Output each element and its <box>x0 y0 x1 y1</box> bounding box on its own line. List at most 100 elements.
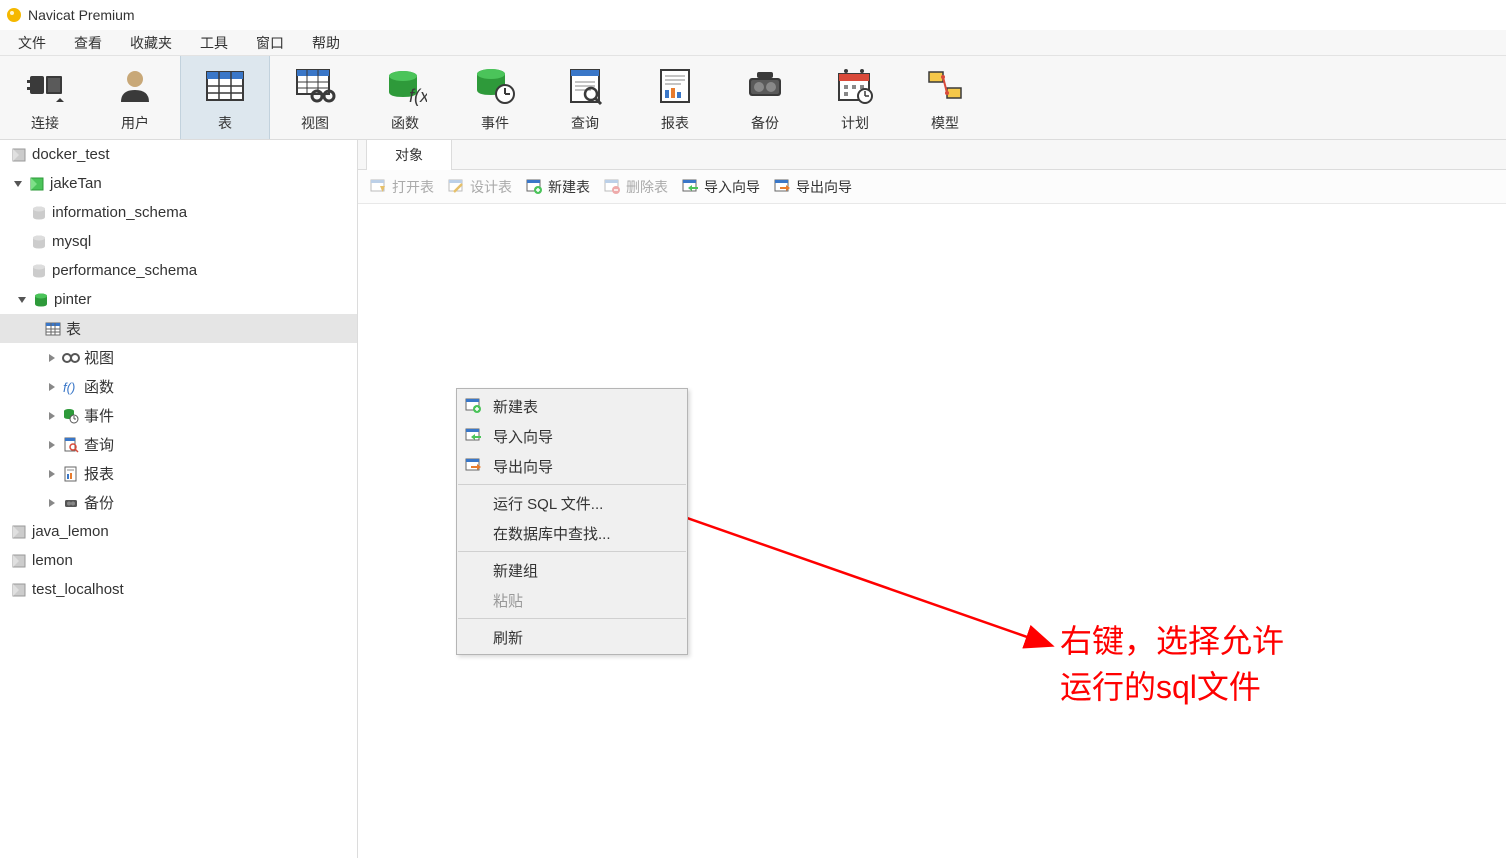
menu-separator <box>458 484 686 485</box>
cm-label: 在数据库中查找... <box>493 523 611 544</box>
user-icon <box>115 63 155 109</box>
menubar: 文件 查看 收藏夹 工具 窗口 帮助 <box>0 30 1506 56</box>
btn-open-table[interactable]: 打开表 <box>364 174 440 200</box>
connection-jaketan[interactable]: jakeTan <box>0 169 357 198</box>
tool-schedule-label: 计划 <box>841 113 869 133</box>
tool-event[interactable]: 事件 <box>450 56 540 139</box>
btn-export-wizard[interactable]: 导出向导 <box>768 174 858 200</box>
new-table-icon <box>526 178 544 196</box>
menu-tools[interactable]: 工具 <box>186 30 242 56</box>
expand-toggle-icon[interactable] <box>14 292 30 308</box>
tool-backup-label: 备份 <box>751 113 779 133</box>
connection-test-localhost[interactable]: test_localhost <box>0 575 357 604</box>
tool-user[interactable]: 用户 <box>90 56 180 139</box>
design-table-icon <box>448 178 466 196</box>
cm-label: 新建表 <box>493 396 538 417</box>
annotation-line2: 运行的sql文件 <box>1060 664 1284 710</box>
tree-label: 视图 <box>84 347 114 368</box>
cm-label: 新建组 <box>493 560 538 581</box>
cm-label: 粘贴 <box>493 590 523 611</box>
tree-label: test_localhost <box>32 581 124 598</box>
connection-docker-test[interactable]: docker_test <box>0 140 357 169</box>
tree-node-events[interactable]: 事件 <box>0 401 357 430</box>
connection-lemon[interactable]: lemon <box>0 546 357 575</box>
cm-refresh[interactable]: 刷新 <box>457 622 687 652</box>
database-performance-schema[interactable]: performance_schema <box>0 256 357 285</box>
tree-node-backups[interactable]: 备份 <box>0 488 357 517</box>
tool-function[interactable]: f(x) 函数 <box>360 56 450 139</box>
database-pinter[interactable]: pinter <box>0 285 357 314</box>
table-small-icon <box>44 320 62 338</box>
cm-import-wizard[interactable]: 导入向导 <box>457 421 687 451</box>
cm-export-wizard[interactable]: 导出向导 <box>457 451 687 481</box>
tree-label: jakeTan <box>50 175 102 192</box>
collapse-toggle-icon[interactable] <box>44 466 60 482</box>
tool-table[interactable]: 表 <box>180 56 270 139</box>
btn-new-table[interactable]: 新建表 <box>520 174 596 200</box>
tool-query-label: 查询 <box>571 113 599 133</box>
object-toolbar: 打开表 设计表 新建表 删除表 导入向导 导出向导 <box>358 170 1506 204</box>
plug-icon <box>22 63 68 109</box>
cm-paste[interactable]: 粘贴 <box>457 585 687 615</box>
tree-label: lemon <box>32 552 73 569</box>
context-menu: 新建表 导入向导 导出向导 运行 SQL 文件... 在数据库中查找... 新建… <box>456 388 688 655</box>
app-title: Navicat Premium <box>28 7 135 23</box>
btn-delete-table[interactable]: 删除表 <box>598 174 674 200</box>
tree-node-tables[interactable]: 表 <box>0 314 357 343</box>
tree-label: 函数 <box>84 376 114 397</box>
query-icon <box>563 63 607 109</box>
tool-view[interactable]: 视图 <box>270 56 360 139</box>
open-table-icon <box>370 178 388 196</box>
view-small-icon <box>62 349 80 367</box>
collapse-toggle-icon[interactable] <box>44 379 60 395</box>
tree-node-reports[interactable]: 报表 <box>0 459 357 488</box>
tree-label: 备份 <box>84 492 114 513</box>
tool-model[interactable]: 模型 <box>900 56 990 139</box>
query-small-icon <box>62 436 80 454</box>
backup-icon <box>743 63 787 109</box>
tree-node-views[interactable]: 视图 <box>0 343 357 372</box>
cm-new-table[interactable]: 新建表 <box>457 391 687 421</box>
tool-schedule[interactable]: 计划 <box>810 56 900 139</box>
function-icon: f(x) <box>383 63 427 109</box>
menu-help[interactable]: 帮助 <box>298 30 354 56</box>
connection-java-lemon[interactable]: java_lemon <box>0 517 357 546</box>
database-closed-icon <box>30 204 48 222</box>
collapse-toggle-icon[interactable] <box>44 350 60 366</box>
cm-label: 导出向导 <box>493 456 553 477</box>
event-small-icon <box>62 407 80 425</box>
menu-view[interactable]: 查看 <box>60 30 116 56</box>
collapse-toggle-icon[interactable] <box>44 495 60 511</box>
app-icon <box>6 7 22 23</box>
expand-toggle-icon[interactable] <box>10 176 26 192</box>
cm-run-sql-file[interactable]: 运行 SQL 文件... <box>457 488 687 518</box>
tree-label: 事件 <box>84 405 114 426</box>
btn-design-table[interactable]: 设计表 <box>442 174 518 200</box>
tab-strip: 对象 <box>358 140 1506 170</box>
cm-find-in-database[interactable]: 在数据库中查找... <box>457 518 687 548</box>
menu-file[interactable]: 文件 <box>4 30 60 56</box>
tool-backup[interactable]: 备份 <box>720 56 810 139</box>
database-information-schema[interactable]: information_schema <box>0 198 357 227</box>
tree-node-queries[interactable]: 查询 <box>0 430 357 459</box>
tool-connection[interactable]: 连接 <box>0 56 90 139</box>
cm-new-group[interactable]: 新建组 <box>457 555 687 585</box>
view-icon <box>293 63 337 109</box>
btn-label: 新建表 <box>548 177 590 197</box>
menu-favorites[interactable]: 收藏夹 <box>116 30 186 56</box>
tree-label: 报表 <box>84 463 114 484</box>
menu-window[interactable]: 窗口 <box>242 30 298 56</box>
tool-table-label: 表 <box>218 113 232 133</box>
tree-node-functions[interactable]: f() 函数 <box>0 372 357 401</box>
toolbar: 连接 用户 表 视图 f(x) 函数 事件 查询 报表 备份 计划 模型 <box>0 56 1506 140</box>
collapse-toggle-icon[interactable] <box>44 437 60 453</box>
btn-label: 设计表 <box>470 177 512 197</box>
connection-closed-icon <box>10 146 28 164</box>
tab-objects[interactable]: 对象 <box>366 139 452 170</box>
tool-function-label: 函数 <box>391 113 419 133</box>
tool-report[interactable]: 报表 <box>630 56 720 139</box>
tool-query[interactable]: 查询 <box>540 56 630 139</box>
btn-import-wizard[interactable]: 导入向导 <box>676 174 766 200</box>
database-mysql[interactable]: mysql <box>0 227 357 256</box>
collapse-toggle-icon[interactable] <box>44 408 60 424</box>
